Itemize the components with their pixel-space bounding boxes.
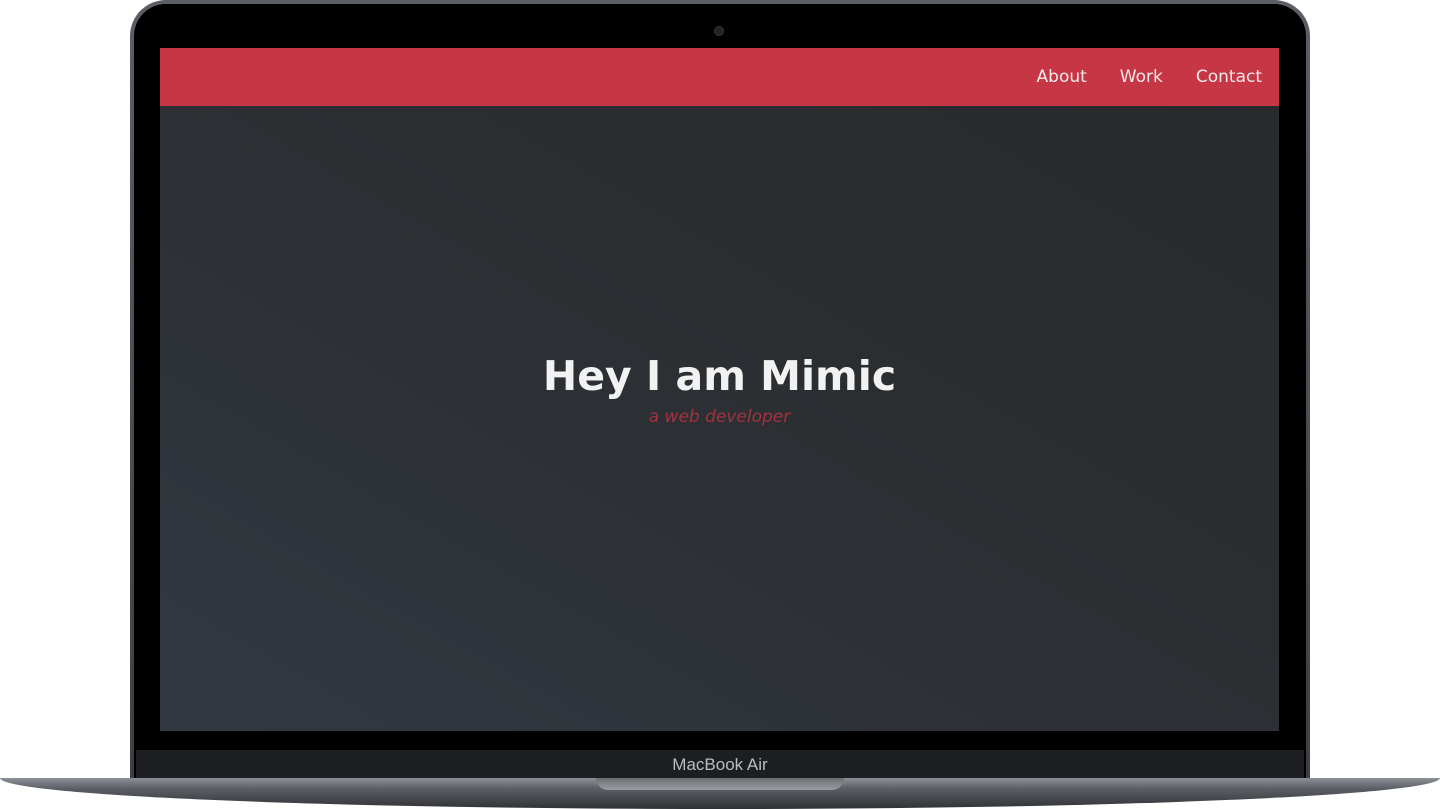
laptop-mockup: About Work Contact Hey I am Mimic a web … bbox=[0, 0, 1440, 809]
hero-subtitle: a web developer bbox=[648, 407, 791, 427]
device-label: MacBook Air bbox=[672, 755, 768, 774]
laptop-hinge-notch bbox=[596, 778, 844, 790]
hero-section: Hey I am Mimic a web developer bbox=[160, 348, 1279, 428]
nav-link-work[interactable]: Work bbox=[1120, 67, 1163, 87]
camera-icon bbox=[714, 26, 724, 36]
navbar: About Work Contact bbox=[160, 48, 1279, 106]
nav-link-about[interactable]: About bbox=[1037, 67, 1087, 87]
nav-link-contact[interactable]: Contact bbox=[1196, 67, 1262, 87]
hero-title: Hey I am Mimic bbox=[542, 352, 897, 400]
website-screen: About Work Contact Hey I am Mimic a web … bbox=[160, 48, 1279, 731]
